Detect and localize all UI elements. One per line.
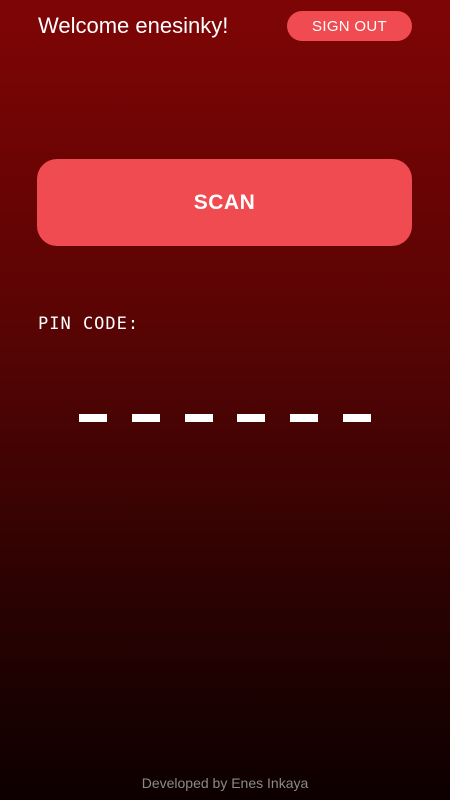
- sign-out-button[interactable]: SIGN OUT: [287, 11, 412, 41]
- scan-button[interactable]: SCAN: [37, 159, 412, 246]
- pin-code-field[interactable]: [79, 414, 371, 424]
- pin-slot: [79, 414, 107, 422]
- pin-slot: [343, 414, 371, 422]
- pin-slot: [290, 414, 318, 422]
- pin-slot: [132, 414, 160, 422]
- pin-slot: [237, 414, 265, 422]
- developer-credit: Developed by Enes Inkaya: [141, 775, 309, 791]
- pin-slot: [185, 414, 213, 422]
- pin-code-label: PIN CODE:: [38, 314, 140, 334]
- welcome-message: Welcome enesinky!: [38, 13, 229, 38]
